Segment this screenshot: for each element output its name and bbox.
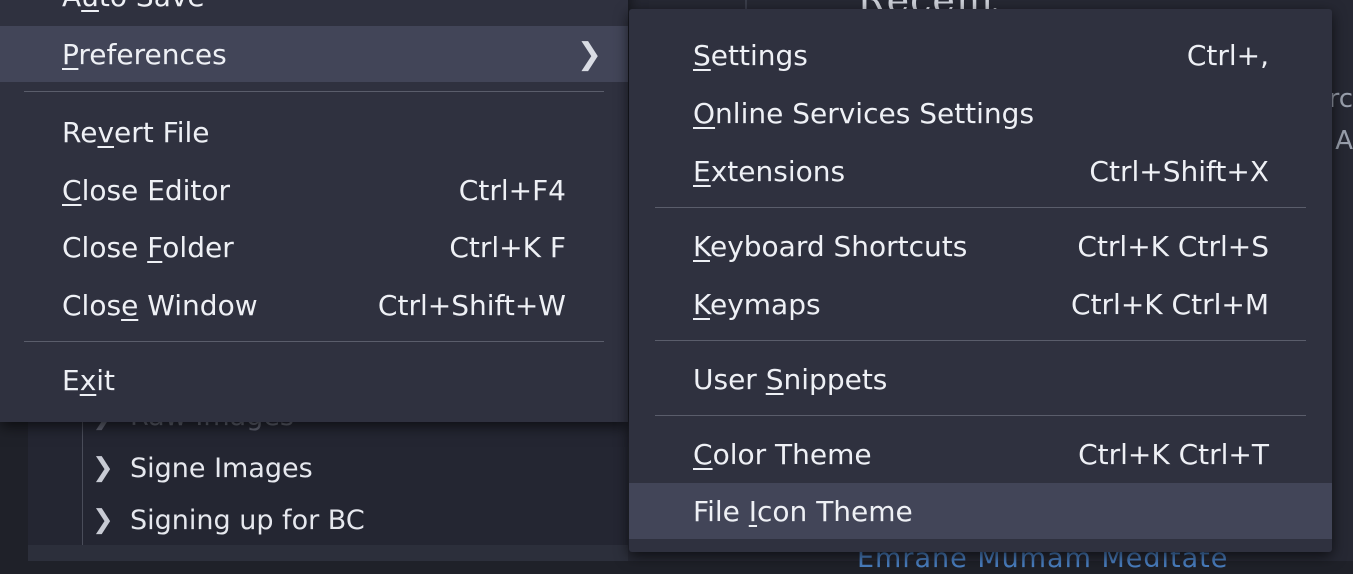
menu-item-label: Close Folder: [62, 230, 234, 264]
menu-item-extensions[interactable]: Extensions Ctrl+Shift+X: [629, 143, 1332, 199]
menu-item-label: Auto Save: [62, 0, 205, 13]
menu-item-revert-file[interactable]: Revert File: [0, 104, 628, 160]
menu-item-shortcut: Ctrl+K Ctrl+M: [1071, 287, 1269, 321]
tree-row-partial: [28, 545, 628, 561]
menu-item-label: Keymaps: [693, 287, 821, 321]
menu-item-label: User Snippets: [693, 362, 888, 396]
menu-item-file-icon-theme[interactable]: File Icon Theme: [629, 483, 1332, 539]
chevron-right-icon: ❯: [92, 505, 114, 535]
menu-item-shortcut: Ctrl+K Ctrl+T: [1078, 437, 1269, 471]
menu-separator: [655, 415, 1306, 416]
menu-item-label: Close Editor: [62, 173, 231, 207]
menu-item-shortcut: Ctrl+F4: [458, 173, 566, 207]
file-menu: Auto Save Preferences ❯ Revert File Close Ed…: [0, 0, 628, 422]
menu-item-label: Preferences: [62, 37, 227, 71]
menu-item-color-theme[interactable]: Color Theme Ctrl+K Ctrl+T: [629, 426, 1332, 482]
menu-separator: [655, 340, 1306, 341]
tree-item-label: Signe Images: [130, 452, 313, 484]
tree-item-signing-up-for-bc[interactable]: ❯ Signing up for BC: [92, 494, 365, 546]
menu-item-user-snippets[interactable]: User Snippets: [629, 351, 1332, 407]
menu-item-keyboard-shortcuts[interactable]: Keyboard Shortcuts Ctrl+K Ctrl+S: [629, 218, 1332, 274]
menu-item-label: Close Window: [62, 288, 258, 322]
menu-separator: [24, 91, 604, 92]
menu-item-label: Online Services Settings: [693, 96, 1035, 130]
tree-item-label: Signing up for BC: [130, 504, 365, 536]
menu-item-auto-save[interactable]: Auto Save: [0, 0, 628, 24]
menu-item-label: Exit: [62, 363, 116, 397]
menu-item-close-editor[interactable]: Close Editor Ctrl+F4: [0, 162, 628, 218]
menu-item-keymaps[interactable]: Keymaps Ctrl+K Ctrl+M: [629, 276, 1332, 332]
menu-item-online-services-settings[interactable]: Online Services Settings: [629, 85, 1332, 141]
menu-item-label: Extensions: [693, 154, 846, 188]
menu-item-shortcut: Ctrl+Shift+X: [1089, 154, 1269, 188]
menu-item-label: Settings: [693, 38, 808, 72]
menu-item-label: File Icon Theme: [693, 494, 913, 528]
preferences-submenu: Settings Ctrl+, Online Services Settings Ex…: [629, 9, 1332, 552]
clipped-text: A: [1335, 126, 1353, 156]
chevron-right-icon: ❯: [576, 36, 602, 72]
chevron-right-icon: ❯: [92, 453, 114, 483]
menu-item-label: Keyboard Shortcuts: [693, 229, 968, 263]
menu-separator: [655, 207, 1306, 208]
tree-item-signe-images[interactable]: ❯ Signe Images: [92, 442, 313, 494]
menu-separator: [24, 341, 604, 342]
menu-item-label: Revert File: [62, 115, 210, 149]
menu-item-shortcut: Ctrl+Shift+W: [377, 288, 566, 322]
menu-item-close-folder[interactable]: Close Folder Ctrl+K F: [0, 219, 628, 275]
menu-item-shortcut: Ctrl+,: [1186, 38, 1269, 72]
menu-item-shortcut: Ctrl+K F: [449, 230, 566, 264]
menu-item-close-window[interactable]: Close Window Ctrl+Shift+W: [0, 277, 628, 333]
tree-indent-guide: [82, 418, 83, 561]
menu-item-label: Color Theme: [693, 437, 872, 471]
menu-item-settings[interactable]: Settings Ctrl+,: [629, 27, 1332, 83]
menu-item-shortcut: Ctrl+K Ctrl+S: [1077, 229, 1269, 263]
menu-item-preferences[interactable]: Preferences ❯: [0, 26, 628, 82]
clipped-text: rc: [1328, 84, 1353, 114]
menu-item-exit[interactable]: Exit: [0, 352, 628, 408]
